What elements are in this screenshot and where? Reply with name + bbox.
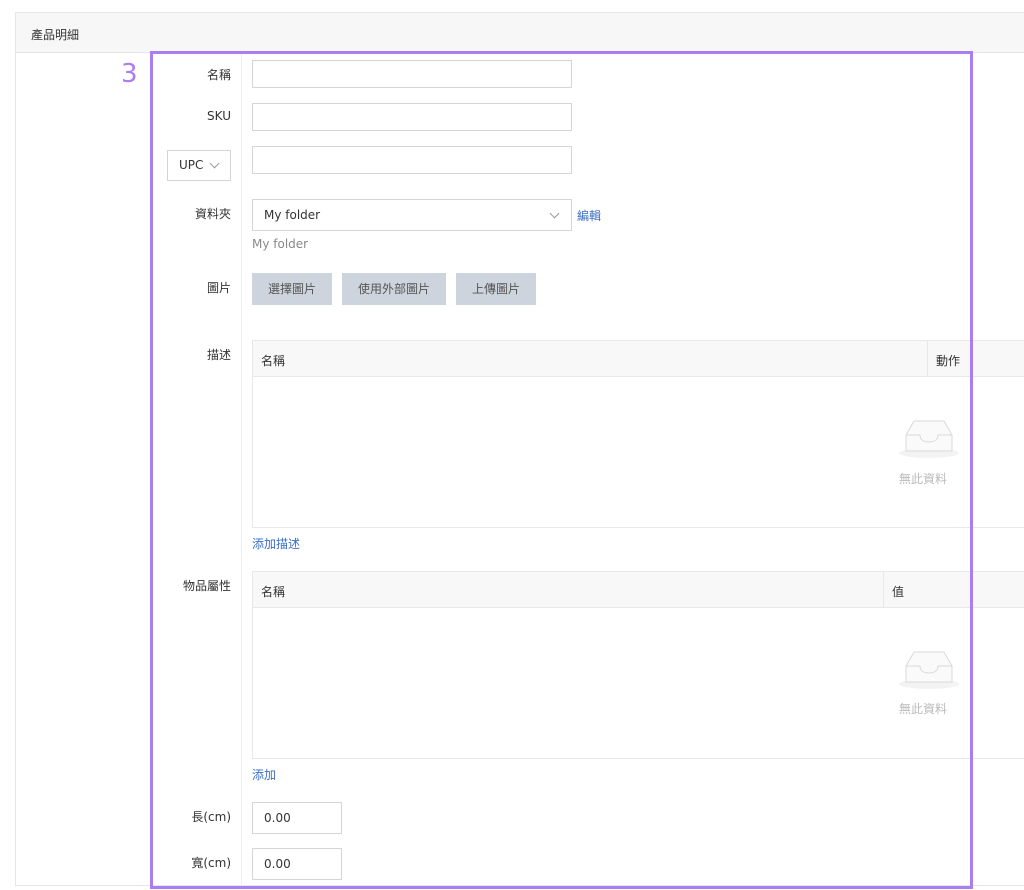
upload-image-button[interactable]: 上傳圖片: [456, 273, 536, 305]
description-label: 描述: [206, 348, 231, 362]
description-table-header: 名稱 動作: [253, 341, 1024, 377]
label-column-divider: [241, 52, 242, 886]
name-label: 名稱: [206, 68, 231, 82]
add-attribute-link[interactable]: 添加: [252, 766, 276, 783]
attributes-table: 名稱 值 無此資料: [252, 571, 1024, 759]
length-label: 長(cm): [191, 810, 231, 824]
attributes-label: 物品屬性: [182, 579, 231, 593]
add-description-link[interactable]: 添加描述: [252, 535, 300, 552]
sku-label: SKU: [207, 109, 231, 123]
folder-hint: My folder: [252, 237, 309, 251]
code-type-select[interactable]: UPC: [167, 150, 231, 181]
description-table: 名稱 動作 無此資料: [252, 340, 1024, 528]
width-label: 寬(cm): [191, 856, 231, 870]
step-number: 3: [121, 59, 138, 89]
folder-select[interactable]: My folder: [252, 199, 572, 231]
width-input[interactable]: [252, 848, 342, 880]
folder-label: 資料夾: [194, 207, 231, 221]
folder-select-value: My folder: [264, 208, 321, 222]
image-label: 圖片: [206, 281, 231, 295]
attributes-table-header: 名稱 值: [253, 572, 1024, 608]
column-divider: [927, 341, 928, 377]
empty-inbox-icon: [899, 420, 959, 458]
description-col-action: 動作: [936, 354, 961, 368]
name-input[interactable]: [252, 60, 572, 88]
description-col-name: 名稱: [261, 354, 286, 368]
code-type-value: UPC: [179, 158, 204, 172]
panel-header: 產品明細: [16, 13, 1024, 53]
length-input[interactable]: [252, 802, 342, 834]
chevron-down-icon: [549, 208, 560, 219]
chevron-down-icon: [209, 158, 220, 169]
attributes-col-value: 值: [892, 585, 905, 599]
description-empty-text: 無此資料: [899, 472, 948, 486]
select-image-button[interactable]: 選擇圖片: [252, 273, 332, 305]
attributes-col-name: 名稱: [261, 585, 286, 599]
external-image-button[interactable]: 使用外部圖片: [342, 273, 446, 305]
folder-edit-link[interactable]: 編輯: [577, 207, 601, 224]
column-divider: [883, 572, 884, 608]
panel-title: 產品明細: [31, 28, 80, 42]
sku-input[interactable]: [252, 103, 572, 131]
attributes-empty-text: 無此資料: [899, 702, 948, 716]
empty-inbox-icon: [899, 651, 959, 689]
code-input[interactable]: [252, 146, 572, 174]
